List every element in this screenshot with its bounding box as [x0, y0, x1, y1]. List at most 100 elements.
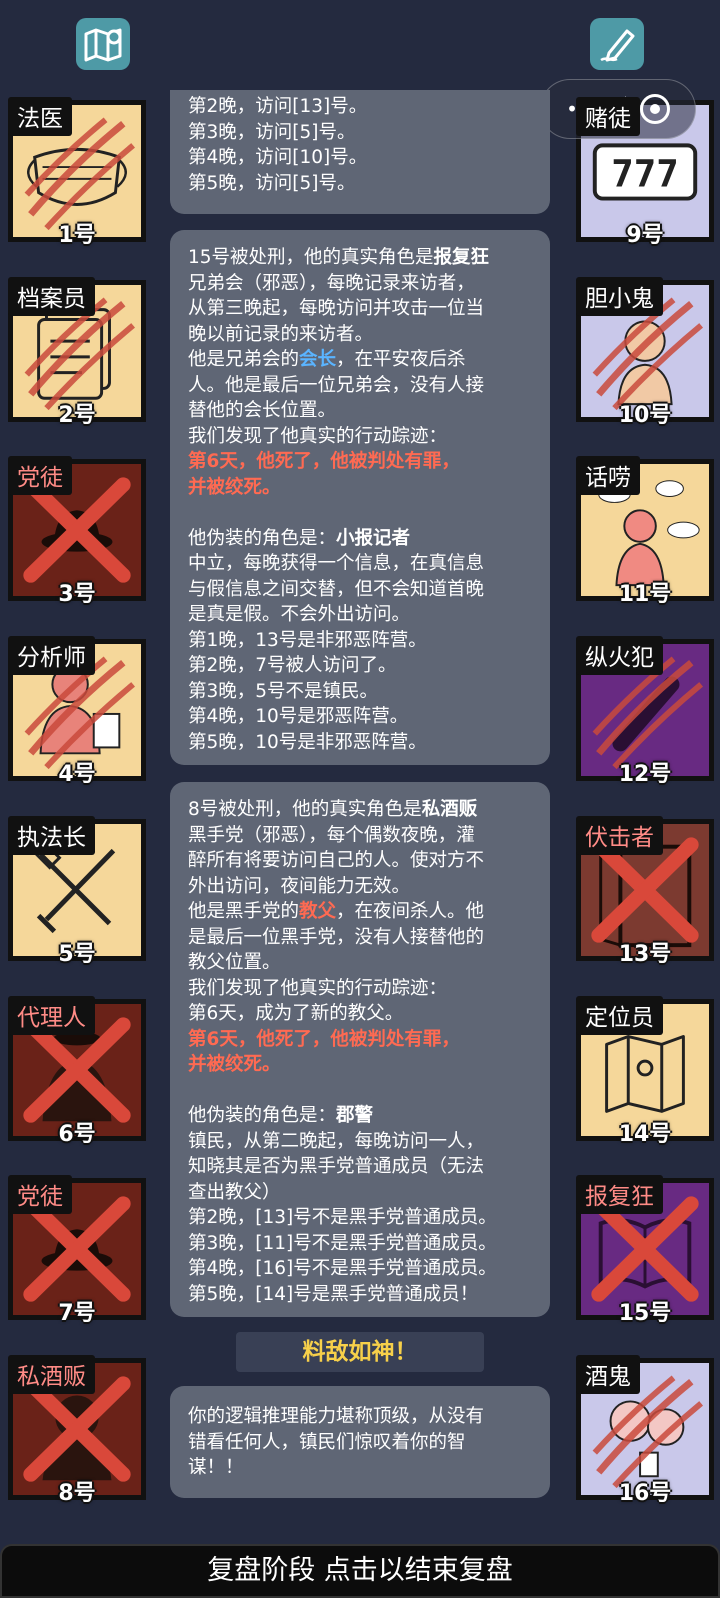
player-card-1[interactable]: 法医 1号	[8, 97, 146, 248]
log-text: ，在夜间杀人。他	[336, 901, 485, 922]
leader-title: 会长	[299, 349, 337, 370]
role-label: 赌徒	[576, 97, 640, 136]
log-line: 黑手党（邪恶），每个偶数夜晚，灌	[188, 824, 475, 846]
player-card-11[interactable]: 话唠 11号	[576, 456, 714, 607]
role-label: 代理人	[8, 996, 95, 1035]
player-card-5[interactable]: 执法长 5号	[8, 816, 146, 967]
player-card-7[interactable]: 党徒 7号	[8, 1175, 146, 1326]
player-card-15[interactable]: 报复狂 15号	[576, 1175, 714, 1326]
log-line: 第5晚，10号是非邪恶阵营。	[188, 731, 427, 753]
log-line: 谋！！	[188, 1457, 244, 1478]
role-label: 档案员	[8, 277, 95, 316]
log-line: 第2晚，访问[13]号。	[188, 96, 368, 117]
log-text: 他伪装的角色是：	[188, 1105, 337, 1126]
log-line: 替他的会长位置。	[188, 400, 337, 421]
log-line: 第6天，成为了新的教父。	[188, 1003, 404, 1024]
death-line: 并被绞死。	[188, 476, 281, 498]
log-line: 第4晚，访问[10]号。	[188, 147, 368, 168]
role-label: 胆小鬼	[576, 277, 663, 316]
player-number: 15号	[618, 1301, 672, 1326]
role-label: 报复狂	[576, 1175, 663, 1214]
role-label: 酒鬼	[576, 1355, 640, 1394]
log-line: 从第三晚起，每晚访问并攻击一位当	[188, 298, 485, 319]
player-card-2[interactable]: 档案员 2号	[8, 277, 146, 428]
player-number: 2号	[58, 403, 96, 428]
log-text: 他是黑手党的	[188, 901, 300, 922]
log-line: 晚以前记录的来访者。	[188, 323, 374, 345]
svg-text:777: 777	[611, 152, 679, 196]
player-number: 5号	[58, 942, 96, 967]
log-text: 15号被处刑，他的真实角色是	[188, 247, 434, 268]
log-line: 第5晚，[14]号是黑手党普通成员！	[188, 1283, 479, 1305]
player-card-16[interactable]: 酒鬼 16号	[576, 1355, 714, 1506]
map-button[interactable]	[76, 18, 130, 70]
log-text: 他伪装的角色是：	[188, 527, 337, 549]
role-label: 纵火犯	[576, 636, 663, 675]
true-role: 报复狂	[433, 247, 490, 268]
disguise-role: 小报记者	[336, 527, 411, 549]
log-line: 第3晚，[11]号不是黑手党普通成员。	[188, 1232, 497, 1254]
player-number: 7号	[58, 1301, 96, 1326]
role-label: 定位员	[576, 996, 663, 1035]
role-label: 法医	[8, 97, 72, 136]
notes-button[interactable]	[590, 18, 644, 70]
player-number: 13号	[618, 942, 672, 967]
role-label: 伏击者	[576, 816, 663, 855]
role-label: 党徒	[8, 1175, 72, 1214]
log-line: 第3晚，访问[5]号。	[188, 121, 356, 143]
player-card-12[interactable]: 纵火犯 12号	[576, 636, 714, 787]
leader-title: 教父	[299, 901, 337, 922]
log-line: 醉所有将要访问自己的人。使对方不	[188, 850, 485, 871]
player-number: 10号	[618, 403, 672, 428]
death-line: 第6天，他死了，他被判处有罪，	[188, 451, 460, 472]
player-card-3[interactable]: 党徒 3号	[8, 456, 146, 607]
role-label: 分析师	[8, 636, 95, 675]
log-line: 教父位置。	[188, 952, 281, 973]
log-entry-player-8: 8号被处刑，他的真实角色是私酒贩 黑手党（邪恶），每个偶数夜晚，灌 醉所有将要访…	[170, 782, 550, 1317]
disguise-role: 郡警	[336, 1105, 374, 1126]
player-number: 16号	[618, 1481, 672, 1506]
player-number: 4号	[58, 762, 96, 787]
close-miniprogram-icon[interactable]	[639, 94, 670, 124]
player-card-4[interactable]: 分析师 4号	[8, 636, 146, 787]
log-entry-player-15: 15号被处刑，他的真实角色是报复狂 兄弟会（邪恶），每晚记录来访者， 从第三晚起…	[170, 230, 550, 765]
log-line: 我们发现了他真实的行动踪迹：	[188, 425, 448, 447]
true-role: 私酒贩	[421, 799, 478, 820]
death-line: 并被绞死。	[188, 1054, 281, 1075]
player-number: 6号	[58, 1122, 96, 1147]
log-line: 中立，每晚获得一个信息，在真信息	[188, 553, 485, 574]
player-number: 11号	[618, 582, 672, 607]
player-number: 1号	[58, 223, 96, 248]
evaluation-panel: 你的逻辑推理能力堪称顶级，从没有 错看任何人，镇民们惊叹着你的智 谋！！	[170, 1386, 550, 1498]
player-number: 8号	[58, 1481, 96, 1506]
log-line: 查出教父）	[188, 1181, 281, 1203]
player-card-10[interactable]: 胆小鬼 10号	[576, 277, 714, 428]
verdict-title: 料敌如神！	[236, 1332, 484, 1372]
role-label: 党徒	[8, 456, 72, 495]
role-label: 话唠	[576, 456, 640, 495]
player-number: 12号	[618, 762, 672, 787]
role-label: 私酒贩	[8, 1355, 95, 1394]
log-text: 8号被处刑，他的真实角色是	[188, 799, 422, 820]
player-number: 3号	[58, 582, 96, 607]
player-card-8[interactable]: 私酒贩 8号	[8, 1355, 146, 1506]
player-number: 14号	[618, 1122, 672, 1147]
player-card-6[interactable]: 代理人 6号	[8, 996, 146, 1147]
log-line: 第4晚，10号是邪恶阵营。	[188, 706, 409, 727]
end-review-button[interactable]: 复盘阶段 点击以结束复盘	[0, 1544, 720, 1598]
log-line: 外出访问，夜间能力无效。	[188, 875, 411, 897]
map-pin-icon	[84, 28, 122, 62]
log-text: 他是兄弟会的	[188, 349, 300, 370]
pencil-icon	[600, 29, 635, 62]
log-line: 兄弟会（邪恶），每晚记录来访者，	[188, 272, 475, 294]
player-card-13[interactable]: 伏击者 13号	[576, 816, 714, 967]
log-line: 第5晚，访问[5]号。	[188, 172, 356, 194]
death-line: 第6天，他死了，他被判处有罪，	[188, 1028, 460, 1050]
log-line: 第4晚，[16]号不是黑手党普通成员。	[188, 1258, 497, 1279]
player-number: 9号	[626, 223, 664, 248]
log-text: ，在平安夜后杀	[336, 349, 466, 370]
log-line: 第3晚，5号不是镇民。	[188, 680, 379, 702]
log-line: 是真是假。不会外出访问。	[188, 604, 411, 625]
player-card-14[interactable]: 定位员 14号	[576, 996, 714, 1147]
log-line: 是最后一位黑手党，没有人接替他的	[188, 926, 485, 948]
